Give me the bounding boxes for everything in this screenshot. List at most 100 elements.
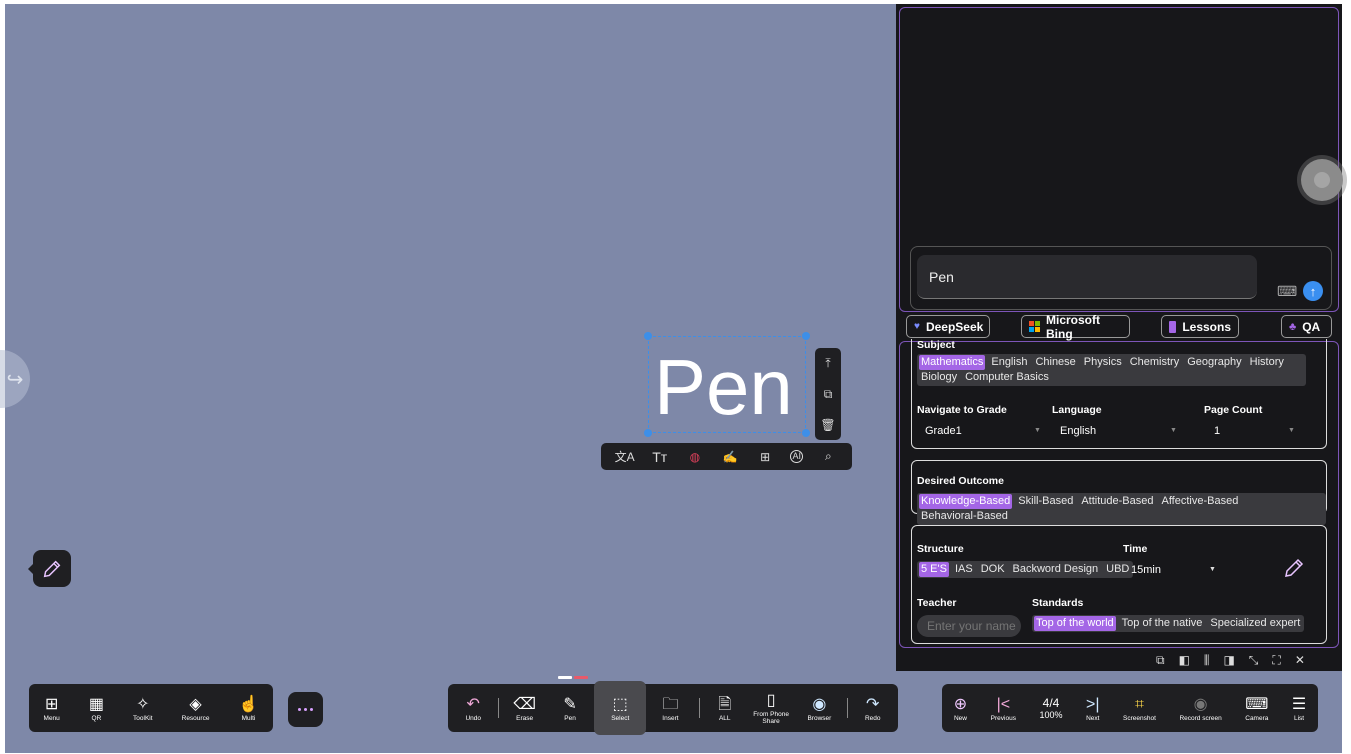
close-icon[interactable]: ✕	[1295, 653, 1305, 668]
chevron-down-icon[interactable]: ▼	[1288, 427, 1295, 434]
toolkit-button[interactable]: ✧ ToolKit	[133, 684, 153, 732]
chat-input-container: ⌨ ↑	[910, 246, 1332, 310]
grade-select[interactable]: Grade1	[925, 425, 962, 437]
chevron-down-icon[interactable]: ▼	[1170, 427, 1177, 434]
record-screen-button[interactable]: ◉ Record screen	[1179, 684, 1221, 732]
shrink-icon[interactable]: ⤡	[1249, 653, 1259, 668]
button-label: ToolKit	[133, 714, 153, 722]
button-label: Browser	[807, 714, 832, 722]
structure-option[interactable]: Backword Design	[1011, 562, 1101, 577]
ai-side-panel: ⌨ ↑ ♥ DeepSeek Microsoft Bing Lessons ♣ …	[896, 4, 1343, 671]
button-label: QR	[91, 714, 102, 722]
browser-button[interactable]: ◉ Browser	[796, 684, 842, 732]
previous-page-button[interactable]: |< Previous	[991, 684, 1016, 732]
subject-option[interactable]: Physics	[1082, 355, 1124, 370]
screenshot-button[interactable]: ⌗ Screenshot	[1123, 684, 1156, 732]
outcome-option[interactable]: Affective-Based	[1159, 494, 1240, 509]
time-select[interactable]: 15min	[1131, 564, 1161, 576]
subject-option[interactable]: Chinese	[1033, 355, 1077, 370]
undo-button[interactable]: ↶ Undo	[452, 684, 494, 732]
tab-label: Microsoft Bing	[1046, 312, 1100, 341]
delete-icon[interactable]: 🗑	[818, 418, 838, 432]
camera-button[interactable]: ⌨ Camera	[1245, 684, 1268, 732]
subject-option[interactable]: Geography	[1185, 355, 1243, 370]
select-button[interactable]: ⬚ Select	[594, 681, 647, 735]
ai-icon[interactable]: AI	[790, 450, 804, 463]
color-palette-icon[interactable]: ◍	[685, 450, 705, 464]
keyboard-icon[interactable]: ⌨	[1277, 283, 1297, 300]
fullscreen-icon[interactable]: ⛶	[1272, 653, 1280, 668]
outcome-option[interactable]: Behavioral-Based	[919, 509, 1010, 524]
floating-pen-button[interactable]	[28, 550, 71, 587]
translate-icon[interactable]: 文A	[615, 448, 635, 465]
button-label: Undo	[465, 714, 481, 722]
table-icon[interactable]: ⊞	[755, 450, 775, 464]
subject-option[interactable]: Biology	[919, 370, 959, 385]
tab-lessons[interactable]: Lessons	[1161, 315, 1239, 338]
button-label: Resource	[181, 714, 210, 722]
handwriting-icon[interactable]: ✍	[720, 450, 740, 464]
resize-handle[interactable]	[644, 429, 652, 437]
language-select[interactable]: English	[1060, 425, 1096, 437]
subject-option[interactable]: Mathematics	[919, 355, 986, 370]
erase-button[interactable]: ⌫ Erase	[503, 684, 545, 732]
all-button[interactable]: 🗎 ALL	[704, 684, 746, 732]
outcome-option[interactable]: Attitude-Based	[1079, 494, 1155, 509]
tab-microsoft-bing[interactable]: Microsoft Bing	[1021, 312, 1130, 341]
resize-handle[interactable]	[802, 332, 810, 340]
standards-option[interactable]: Top of the world	[1034, 616, 1116, 631]
redo-button[interactable]: ↷ Redo	[852, 684, 894, 732]
insert-button[interactable]: 🗀 Insert	[646, 684, 694, 732]
new-page-button[interactable]: ⊕ New	[954, 684, 967, 732]
list-button[interactable]: ☰ List	[1292, 684, 1306, 732]
search-icon[interactable]: ⌕	[818, 449, 838, 464]
canvas-text-object[interactable]: Pen	[654, 342, 804, 432]
tab-qa[interactable]: ♣ QA	[1281, 315, 1332, 338]
duplicate-icon[interactable]: ⧉	[818, 387, 838, 402]
dock-left-icon[interactable]: ◧	[1179, 653, 1190, 668]
next-page-button[interactable]: >| Next	[1086, 684, 1100, 732]
dock-right-icon[interactable]: ◨	[1223, 653, 1234, 668]
more-button[interactable]	[288, 692, 323, 727]
previous-icon: |<	[996, 695, 1011, 713]
layers-icon: ◈	[189, 695, 202, 713]
crop-icon[interactable]: ⧉	[1156, 653, 1165, 668]
page-count-select[interactable]: 1	[1214, 425, 1220, 437]
resource-button[interactable]: ◈ Resource	[182, 684, 210, 732]
chat-input[interactable]	[917, 255, 1257, 299]
qr-button[interactable]: ▦ QR	[89, 684, 104, 732]
pen-button[interactable]: ✎ Pen	[546, 684, 594, 732]
subject-option[interactable]: Computer Basics	[963, 370, 1051, 385]
structure-option[interactable]: UBD	[1104, 562, 1131, 577]
assistive-ball[interactable]	[1301, 159, 1343, 201]
menu-button[interactable]: ⊞ Menu	[44, 684, 60, 732]
tab-deepseek[interactable]: ♥ DeepSeek	[906, 315, 990, 338]
structure-option[interactable]: 5 E'S	[919, 562, 949, 577]
teacher-name-input[interactable]	[917, 615, 1021, 637]
split-view-icon[interactable]: ⫼	[1204, 653, 1210, 668]
structure-option[interactable]: DOK	[979, 562, 1007, 577]
outcome-label: Desired Outcome	[917, 475, 1004, 487]
structure-option[interactable]: IAS	[953, 562, 975, 577]
subject-option[interactable]: History	[1248, 355, 1286, 370]
standards-option[interactable]: Top of the native	[1120, 616, 1205, 631]
standards-option[interactable]: Specialized expert	[1208, 616, 1302, 631]
multi-touch-button[interactable]: ☝ Multi	[239, 684, 259, 732]
resize-handle[interactable]	[644, 332, 652, 340]
eraser-icon: ⌫	[513, 695, 536, 713]
chevron-down-icon[interactable]: ▼	[1209, 566, 1216, 573]
structure-label: Structure	[917, 543, 964, 555]
divider	[698, 698, 700, 718]
button-label: Pen	[564, 714, 576, 722]
bring-to-top-icon[interactable]: ⤒	[818, 356, 838, 371]
pencil-icon[interactable]	[1282, 556, 1306, 580]
subject-option[interactable]: Chemistry	[1128, 355, 1182, 370]
subject-option[interactable]: English	[989, 355, 1029, 370]
more-dots-icon	[304, 708, 307, 711]
font-size-icon[interactable]: Tт	[650, 449, 670, 465]
phone-share-button[interactable]: ▯ From Phone Share	[746, 684, 796, 732]
send-button[interactable]: ↑	[1303, 281, 1323, 301]
outcome-option[interactable]: Knowledge-Based	[919, 494, 1013, 509]
chevron-down-icon[interactable]: ▼	[1034, 427, 1041, 434]
outcome-option[interactable]: Skill-Based	[1016, 494, 1075, 509]
